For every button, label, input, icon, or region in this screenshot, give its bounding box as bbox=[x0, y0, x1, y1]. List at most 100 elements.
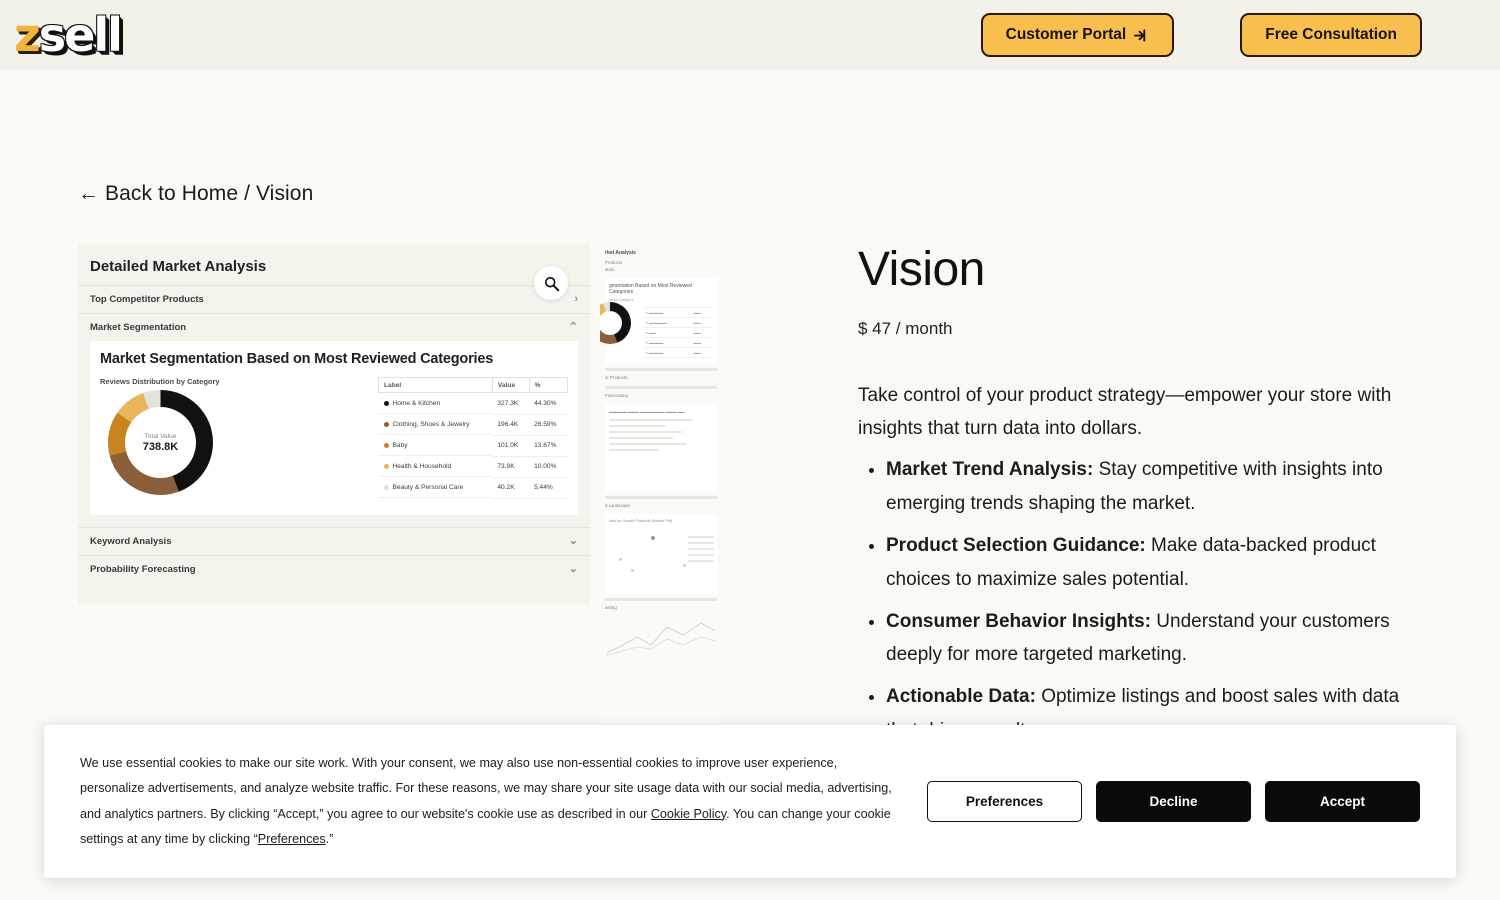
preview-caption: on by Category bbox=[609, 298, 634, 303]
header-actions: Customer Portal Free Consultation bbox=[980, 13, 1422, 57]
cookie-preferences-button[interactable]: Preferences bbox=[927, 781, 1082, 823]
cell-percent: 26.59% bbox=[529, 414, 568, 436]
preferences-link[interactable]: Preferences bbox=[258, 832, 326, 846]
legend-dot-icon bbox=[383, 421, 389, 427]
accordion-label: Keyword Analysis bbox=[90, 535, 172, 547]
accordion-top-competitor-products[interactable]: Top Competitor Products › bbox=[78, 285, 590, 313]
accordion-label: Probability Forecasting bbox=[90, 563, 196, 575]
cell-percent: 10.00% bbox=[529, 456, 568, 478]
preview-panel-title: gmentation Based on Most Reviewed Catego… bbox=[609, 283, 692, 296]
gallery-main-image[interactable]: Detailed Market Analysis Top Competitor … bbox=[78, 244, 590, 604]
accordion-label: Market Segmentation bbox=[90, 322, 187, 333]
breadcrumb-back-arrow[interactable]: ← bbox=[78, 182, 99, 205]
legend-dot-icon bbox=[383, 463, 389, 469]
donut-center: Total Value 738.8K bbox=[125, 407, 196, 478]
preview-table: ● ▬▬▬▬ ▬▬ ● ▬▬▬▬▬ ▬▬ ● ▬▬ ▬▬ ● ▬▬▬▬ ▬▬ ● ▬▬▬… bbox=[643, 298, 713, 359]
cell-percent: 13.67% bbox=[529, 435, 568, 457]
accordion-probability-forecasting[interactable]: Probability Forecasting ⌄ bbox=[78, 554, 590, 583]
donut-center-value: 738.8K bbox=[142, 440, 179, 453]
accordion-keyword-analysis[interactable]: Keyword Analysis ⌄ bbox=[78, 526, 590, 555]
table-row: Home & Kitchen 327.3K 44.30% bbox=[378, 392, 568, 415]
cell-value: 73.9K bbox=[492, 456, 530, 478]
table-row: Clothing, Shoes & Jewelry 196.4K 26.59% bbox=[378, 414, 568, 436]
site-header: z sell Customer Portal Free Consultation bbox=[0, 0, 1500, 70]
col-value: Value bbox=[491, 377, 530, 393]
chevron-down-icon: ⌄ bbox=[568, 562, 578, 575]
preview-section-a: or Products bbox=[605, 375, 628, 381]
chevron-right-icon: › bbox=[574, 293, 578, 305]
col-label: Label bbox=[378, 377, 493, 393]
cell-label: Beauty & Personal Care bbox=[378, 477, 493, 498]
cell-value: 40.2K bbox=[492, 477, 530, 499]
cell-value: 327.3K bbox=[492, 392, 530, 415]
table-row: Health & Household 73.9K 10.00% bbox=[378, 456, 568, 478]
free-consultation-button[interactable]: Free Consultation bbox=[1240, 13, 1422, 57]
gallery-next-image-preview[interactable]: rket Analysis Products ation gmentation … bbox=[600, 244, 722, 734]
table-row: Beauty & Personal Care 40.2K 5.44% bbox=[378, 477, 568, 499]
feature-item-title: Market Trend Analysis: bbox=[886, 459, 1094, 481]
site-logo[interactable]: z sell bbox=[14, 8, 123, 62]
zoom-image-button[interactable] bbox=[534, 266, 568, 300]
product-gallery: Detailed Market Analysis Top Competitor … bbox=[78, 244, 723, 804]
feature-item-title: Consumer Behavior Insights: bbox=[886, 610, 1151, 632]
feature-item-title: Actionable Data: bbox=[886, 686, 1036, 708]
magnifier-icon bbox=[544, 276, 559, 291]
legend-dot-icon bbox=[383, 484, 389, 490]
cell-percent: 44.30% bbox=[529, 392, 568, 415]
logo-letter-z: z bbox=[14, 8, 41, 62]
cookie-decline-button[interactable]: Decline bbox=[1096, 781, 1251, 823]
screenshot-title: Detailed Market Analysis bbox=[90, 258, 267, 275]
customer-portal-label: Customer Portal bbox=[1005, 26, 1127, 43]
sign-in-icon bbox=[1134, 28, 1146, 42]
preview-head: rket Analysis bbox=[605, 250, 636, 256]
feature-item-title: Product Selection Guidance: bbox=[886, 534, 1146, 556]
preview-section-c: d Landscape bbox=[605, 502, 631, 508]
preview-donut-chart bbox=[600, 302, 631, 345]
logo-text-sell: sell bbox=[38, 8, 123, 62]
product-details: Vision $ 47 / month Take control of your… bbox=[723, 243, 1422, 804]
donut-chart: Total Value 738.8K bbox=[108, 390, 213, 495]
feature-item: Consumer Behavior Insights: Understand y… bbox=[886, 605, 1422, 673]
breadcrumb-current: Vision bbox=[255, 182, 314, 205]
product-feature-list: Market Trend Analysis: Stay competitive … bbox=[858, 453, 1422, 748]
donut-center-label: Total Value bbox=[144, 432, 177, 440]
market-segmentation-panel: Market Segmentation Based on Most Review… bbox=[90, 341, 578, 515]
preview-section-d: asting bbox=[605, 604, 617, 610]
legend-dot-icon bbox=[383, 442, 389, 448]
table-header-row: Label Value % bbox=[378, 377, 569, 393]
preview-sub2: ation bbox=[605, 266, 615, 272]
cookie-policy-link[interactable]: Cookie Policy bbox=[651, 807, 726, 821]
chart-caption: Reviews Distribution by Category bbox=[100, 377, 220, 386]
feature-item: Product Selection Guidance: Make data-ba… bbox=[886, 529, 1422, 597]
breadcrumb: ← Back to Home / Vision bbox=[78, 182, 1422, 206]
cell-value: 196.4K bbox=[492, 414, 530, 436]
preview-line-chart bbox=[605, 611, 717, 659]
col-percent: % bbox=[528, 377, 569, 393]
breadcrumb-separator: / bbox=[244, 182, 251, 205]
cell-label: Health & Household bbox=[378, 456, 493, 477]
product-description: Take control of your product strategy—em… bbox=[858, 384, 1392, 440]
page-content: ← Back to Home / Vision Detailed Market … bbox=[0, 182, 1500, 804]
cookie-text-part3: .” bbox=[325, 831, 334, 846]
cell-percent: 5.44% bbox=[529, 477, 568, 499]
preview-scatter-title: kets by Growth Potential (Bubble Pfd) bbox=[609, 518, 673, 523]
breadcrumb-back-link[interactable]: Back to Home bbox=[105, 182, 238, 205]
segmentation-table: Label Value % Home & Kitchen 327.3K 44.30%… bbox=[378, 377, 569, 499]
product-price: $ 47 / month bbox=[858, 318, 953, 338]
cookie-consent-text: We use essential cookies to make our sit… bbox=[80, 751, 897, 852]
accordion-market-segmentation[interactable]: Market Segmentation ⌃ bbox=[78, 313, 590, 341]
legend-dot-icon bbox=[383, 400, 389, 406]
accordion-label: Top Competitor Products bbox=[90, 294, 204, 305]
preview-sub1: Products bbox=[605, 260, 623, 265]
cookie-actions: Preferences Decline Accept bbox=[927, 781, 1420, 823]
cell-value: 101.0K bbox=[492, 435, 530, 457]
customer-portal-button[interactable]: Customer Portal bbox=[980, 13, 1175, 57]
page-title: Vision bbox=[858, 243, 985, 296]
feature-item: Market Trend Analysis: Stay competitive … bbox=[886, 453, 1422, 521]
preview-section-b: Forecasting bbox=[605, 393, 628, 399]
cell-label: Clothing, Shoes & Jewelry bbox=[378, 414, 493, 435]
cell-label: Home & Kitchen bbox=[378, 393, 493, 414]
panel-title: Market Segmentation Based on Most Review… bbox=[100, 351, 494, 367]
chevron-down-icon: ⌄ bbox=[568, 534, 578, 547]
cookie-accept-button[interactable]: Accept bbox=[1265, 781, 1420, 823]
